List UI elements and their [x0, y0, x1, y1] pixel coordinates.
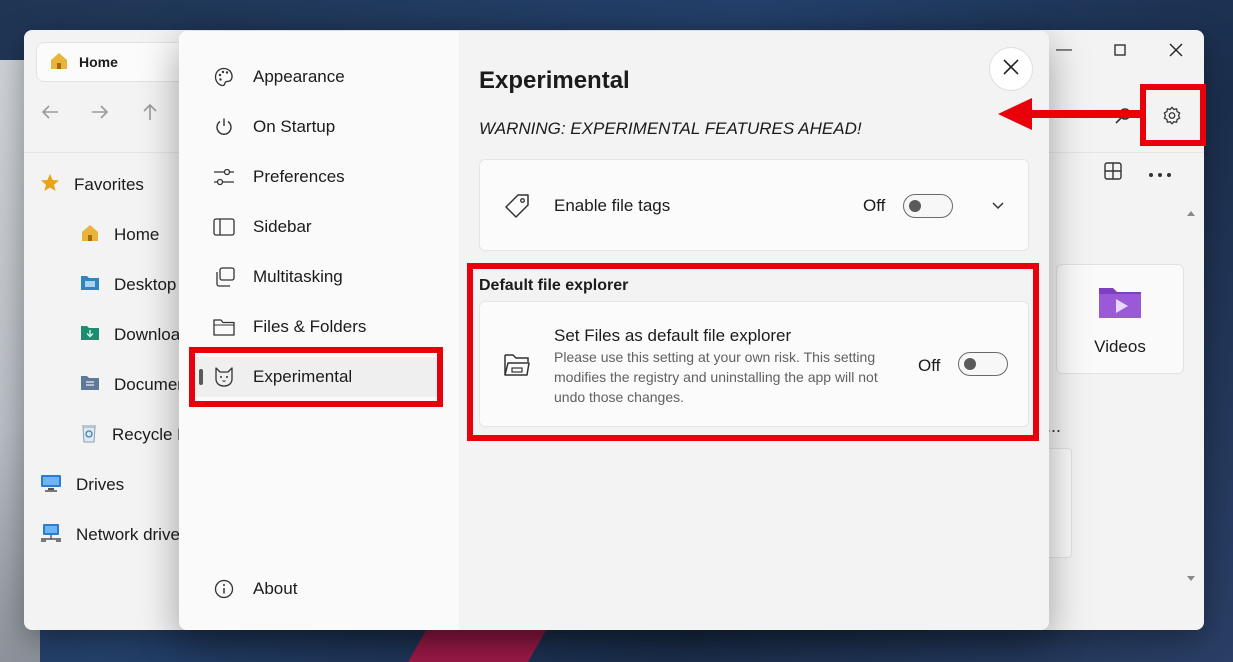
- drives-icon: [40, 473, 62, 498]
- page-title: Experimental: [479, 67, 630, 94]
- close-icon: [1003, 58, 1019, 80]
- more-options-icon[interactable]: [1148, 165, 1172, 183]
- files-sidebar-label: Desktop: [114, 275, 177, 294]
- settings-nav-appearance[interactable]: Appearance: [191, 57, 441, 97]
- files-sidebar: Favorites Home Desktop Downloads Documents Re…: [40, 160, 202, 560]
- files-sidebar-item[interactable]: Network drives: [40, 510, 200, 560]
- settings-nav-multitasking[interactable]: Multitasking: [191, 257, 441, 297]
- close-window-icon[interactable]: [1148, 30, 1204, 70]
- files-sidebar-item[interactable]: Recycle Bin: [40, 410, 202, 460]
- files-tab-label: Home: [79, 54, 118, 70]
- annotation-arrow-head: [998, 98, 1032, 130]
- settings-nav-label: Preferences: [253, 167, 345, 186]
- settings-nav-label: Sidebar: [253, 217, 312, 236]
- files-sidebar-label: Favorites: [74, 175, 144, 194]
- settings-nav-files-folders[interactable]: Files & Folders: [191, 307, 441, 347]
- files-sidebar-item[interactable]: Home: [40, 210, 200, 260]
- documents-folder-icon: [80, 375, 100, 396]
- annotation-box-default-explorer: [467, 263, 1039, 441]
- settings-nav-sidebar[interactable]: Sidebar: [191, 207, 441, 247]
- videos-folder-card[interactable]: Videos: [1056, 264, 1184, 374]
- folder-icon: [213, 316, 235, 338]
- navigation-buttons: [36, 98, 164, 126]
- file-tags-title: Enable file tags: [554, 196, 671, 215]
- home-icon: [49, 51, 69, 74]
- layout-grid-icon[interactable]: [1104, 162, 1122, 185]
- window-controls: —: [1036, 30, 1204, 70]
- settings-nav-label: On Startup: [253, 117, 336, 136]
- files-sidebar-item[interactable]: Downloads: [40, 310, 200, 360]
- forward-arrow-icon[interactable]: [86, 98, 114, 126]
- annotation-box-experimental: [189, 347, 443, 407]
- toggle-knob: [909, 200, 921, 212]
- files-sidebar-item[interactable]: Drives: [40, 460, 200, 510]
- settings-nav-on-startup[interactable]: On Startup: [191, 107, 441, 147]
- downloads-folder-icon: [80, 325, 100, 346]
- file-tags-state: Off: [863, 196, 886, 215]
- recycle-bin-icon: [80, 423, 98, 448]
- tag-icon: [502, 191, 532, 221]
- videos-folder-icon: [1097, 282, 1143, 325]
- power-icon: [213, 116, 235, 138]
- scrollbar[interactable]: [1184, 210, 1198, 590]
- back-arrow-icon[interactable]: [36, 98, 64, 126]
- multitasking-icon: [213, 266, 235, 288]
- annotation-box-gear: [1140, 84, 1206, 146]
- sidebar-icon: [213, 216, 235, 238]
- settings-nav-label: Files & Folders: [253, 317, 367, 336]
- file-tags-setting-card[interactable]: Enable file tags Off: [479, 159, 1029, 251]
- file-tags-toggle[interactable]: [903, 194, 953, 218]
- settings-navigation: About Appearance On Startup Preferences Sid…: [179, 31, 459, 630]
- up-arrow-icon[interactable]: [136, 98, 164, 126]
- annotation-arrow-line: [1030, 110, 1140, 118]
- layout-toolbar: [1104, 162, 1172, 185]
- about-label: About: [253, 579, 298, 598]
- home-icon: [80, 223, 100, 248]
- close-dialog-button[interactable]: [989, 47, 1033, 91]
- settings-nav-preferences[interactable]: Preferences: [191, 157, 441, 197]
- star-icon: [40, 173, 60, 198]
- settings-nav-label: Appearance: [253, 67, 345, 86]
- chevron-down-icon[interactable]: [988, 196, 1008, 216]
- files-sidebar-label: Network drives: [76, 525, 189, 544]
- files-sidebar-item[interactable]: Favorites: [40, 160, 200, 210]
- settings-nav-about[interactable]: About: [191, 569, 441, 609]
- desktop-folder-icon: [80, 275, 100, 296]
- settings-nav-label: Multitasking: [253, 267, 343, 286]
- network-icon: [40, 523, 62, 548]
- files-sidebar-item[interactable]: Documents: [40, 360, 200, 410]
- files-sidebar-item[interactable]: Desktop: [40, 260, 200, 310]
- palette-icon: [213, 66, 235, 88]
- files-sidebar-label: Home: [114, 225, 160, 244]
- info-icon: [213, 578, 235, 600]
- sliders-icon: [213, 166, 235, 188]
- videos-label: Videos: [1094, 336, 1146, 356]
- warning-text: WARNING: EXPERIMENTAL FEATURES AHEAD!: [479, 119, 862, 138]
- files-sidebar-label: Drives: [76, 475, 125, 494]
- maximize-icon[interactable]: [1092, 30, 1148, 70]
